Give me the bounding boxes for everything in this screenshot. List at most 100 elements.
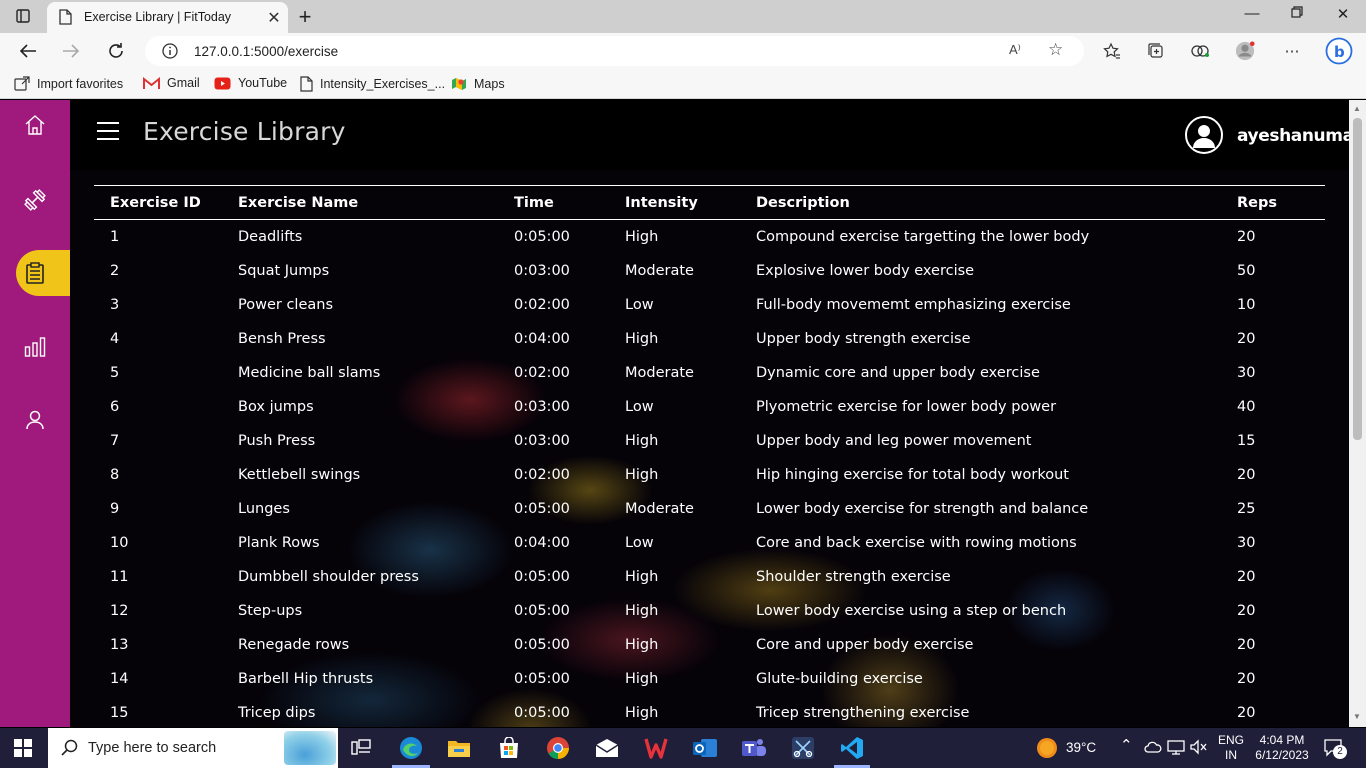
teams-app-icon[interactable] xyxy=(740,734,768,762)
reps-cell: 50 xyxy=(1237,262,1256,279)
bing-copilot-icon[interactable]: b xyxy=(1325,37,1353,65)
bar-chart-icon xyxy=(24,337,46,357)
notification-count-badge: 2 xyxy=(1333,745,1347,759)
minimize-icon[interactable]: — xyxy=(1242,5,1262,22)
back-icon[interactable] xyxy=(16,39,40,63)
reps-cell: 30 xyxy=(1237,534,1256,551)
task-view-icon[interactable] xyxy=(347,734,375,762)
forward-icon[interactable] xyxy=(59,39,83,63)
main-content: Exercise Library ayeshanuma Exercise ID … xyxy=(70,100,1349,727)
time-cell: 0:03:00 xyxy=(514,262,570,279)
scroll-up-icon[interactable]: ▲ xyxy=(1353,104,1361,113)
table-row: 2 Squat Jumps 0:03:00 Moderate Explosive low… xyxy=(94,254,1325,288)
vscode-app-icon[interactable] xyxy=(838,734,866,762)
bookmark-intensity-exercises[interactable]: Intensity_Exercises_... xyxy=(300,76,445,92)
exercise-name-cell: Dumbbell shoulder press xyxy=(238,568,419,585)
scrollbar-thumb[interactable] xyxy=(1353,118,1362,440)
bookmark-import-favorites[interactable]: Import favorites xyxy=(14,76,123,91)
table-row: 8 Kettlebell swings 0:02:00 High Hip hinging… xyxy=(94,458,1325,492)
description-cell: Lower body exercise using a step or benc… xyxy=(756,602,1067,619)
table-header-row: Exercise ID Exercise Name Time Intensity… xyxy=(94,185,1325,220)
onedrive-icon[interactable] xyxy=(1144,739,1162,759)
windows-start-icon[interactable] xyxy=(14,739,32,757)
browser-tab[interactable]: Exercise Library | FitToday ✕ xyxy=(47,2,288,33)
menu-icon[interactable] xyxy=(97,122,119,140)
more-options-icon[interactable]: ⋯ xyxy=(1282,41,1302,61)
sidebar-item-workouts[interactable] xyxy=(18,183,52,217)
bookmark-youtube[interactable]: YouTube xyxy=(214,76,287,90)
tab-close-icon[interactable]: ✕ xyxy=(265,8,283,28)
edge-app-icon[interactable] xyxy=(397,734,425,762)
exercise-name-cell: Deadlifts xyxy=(238,228,303,245)
avatar[interactable] xyxy=(1185,116,1223,154)
favorite-star-icon[interactable]: ☆ xyxy=(1048,40,1063,60)
exercise-name-cell: Squat Jumps xyxy=(238,262,330,279)
clock[interactable]: 4:04 PM 6/12/2023 xyxy=(1252,733,1312,763)
site-info-icon[interactable] xyxy=(161,42,179,65)
sidebar-item-statistics[interactable] xyxy=(18,330,52,364)
column-header: Exercise ID xyxy=(110,195,201,211)
extensions-icon[interactable] xyxy=(1190,41,1210,61)
browser-toolbar: 127.0.0.1:5000/exercise A⁾ ☆ ⋯ b xyxy=(0,33,1366,69)
file-explorer-icon[interactable] xyxy=(445,734,473,762)
description-cell: Hip hinging exercise for total body work… xyxy=(756,466,1069,483)
exercise-id-cell: 11 xyxy=(110,568,129,585)
table-row: 7 Push Press 0:03:00 High Upper body and leg… xyxy=(94,424,1325,458)
refresh-icon[interactable] xyxy=(104,39,128,63)
table-row: 1 Deadlifts 0:05:00 High Compound exercise t… xyxy=(94,220,1325,254)
url-text[interactable]: 127.0.0.1:5000/exercise xyxy=(194,44,338,59)
sidebar-item-exercise-library[interactable] xyxy=(18,256,52,290)
tab-actions-icon[interactable] xyxy=(12,6,34,26)
new-tab-button[interactable]: + xyxy=(294,4,316,30)
store-app-icon[interactable] xyxy=(495,734,523,762)
time-cell: 0:03:00 xyxy=(514,432,570,449)
exercise-table: Exercise ID Exercise Name Time Intensity… xyxy=(94,185,1325,727)
reps-cell: 20 xyxy=(1237,228,1256,245)
dumbbell-icon xyxy=(24,189,46,211)
restore-icon[interactable] xyxy=(1287,5,1307,22)
weather-temperature[interactable]: 39°C xyxy=(1066,740,1096,755)
profile-icon[interactable] xyxy=(1235,41,1255,61)
sidebar-item-profile[interactable] xyxy=(18,403,52,437)
vertical-scrollbar[interactable]: ▲ ▼ xyxy=(1349,100,1366,727)
table-row: 6 Box jumps 0:03:00 Low Plyometric exercise … xyxy=(94,390,1325,424)
column-header: Intensity xyxy=(625,195,698,211)
description-cell: Glute-building exercise xyxy=(756,670,923,687)
show-hidden-icons-icon[interactable]: ⌃ xyxy=(1120,738,1133,753)
description-cell: Core and upper body exercise xyxy=(756,636,974,653)
description-cell: Upper body and leg power movement xyxy=(756,432,1032,449)
time-cell: 0:02:00 xyxy=(514,364,570,381)
import-icon xyxy=(14,76,30,91)
bookmark-maps[interactable]: Maps xyxy=(451,76,505,92)
collections-icon[interactable] xyxy=(1146,41,1166,61)
read-aloud-icon[interactable]: A⁾ xyxy=(1009,42,1021,58)
close-window-icon[interactable]: ✕ xyxy=(1333,5,1353,23)
taskbar: Type here to search 39°C ⌃ ENG IN 4:04 P… xyxy=(0,728,1366,768)
sidebar-item-home[interactable] xyxy=(18,108,52,142)
exercise-id-cell: 2 xyxy=(110,262,120,279)
time-cell: 0:05:00 xyxy=(514,670,570,687)
address-bar[interactable]: 127.0.0.1:5000/exercise A⁾ ☆ xyxy=(145,36,1084,66)
taskbar-search[interactable]: Type here to search xyxy=(48,728,338,768)
description-cell: Compound exercise targetting the lower b… xyxy=(756,228,1090,245)
mail-app-icon[interactable] xyxy=(593,734,621,762)
description-cell: Plyometric exercise for lower body power xyxy=(756,398,1057,415)
wps-office-icon[interactable] xyxy=(642,734,670,762)
time-cell: 0:05:00 xyxy=(514,704,570,721)
user-avatar-icon xyxy=(1193,125,1215,148)
volume-muted-icon[interactable] xyxy=(1190,739,1208,759)
table-row: 4 Bensh Press 0:04:00 High Upper body streng… xyxy=(94,322,1325,356)
username[interactable]: ayeshanuma xyxy=(1237,126,1349,146)
language-indicator[interactable]: ENG IN xyxy=(1218,733,1244,763)
favorites-icon[interactable] xyxy=(1102,41,1122,61)
table-row: 9 Lunges 0:05:00 Moderate Lower body exercis… xyxy=(94,492,1325,526)
bookmark-gmail[interactable]: Gmail xyxy=(143,76,200,90)
exercise-name-cell: Medicine ball slams xyxy=(238,364,381,381)
reps-cell: 20 xyxy=(1237,330,1256,347)
chrome-app-icon[interactable] xyxy=(544,734,572,762)
snipping-tool-icon[interactable] xyxy=(789,734,817,762)
network-icon[interactable] xyxy=(1167,739,1185,759)
scroll-down-icon[interactable]: ▼ xyxy=(1353,712,1361,721)
weather-icon[interactable] xyxy=(1034,734,1060,762)
outlook-app-icon[interactable] xyxy=(691,734,719,762)
